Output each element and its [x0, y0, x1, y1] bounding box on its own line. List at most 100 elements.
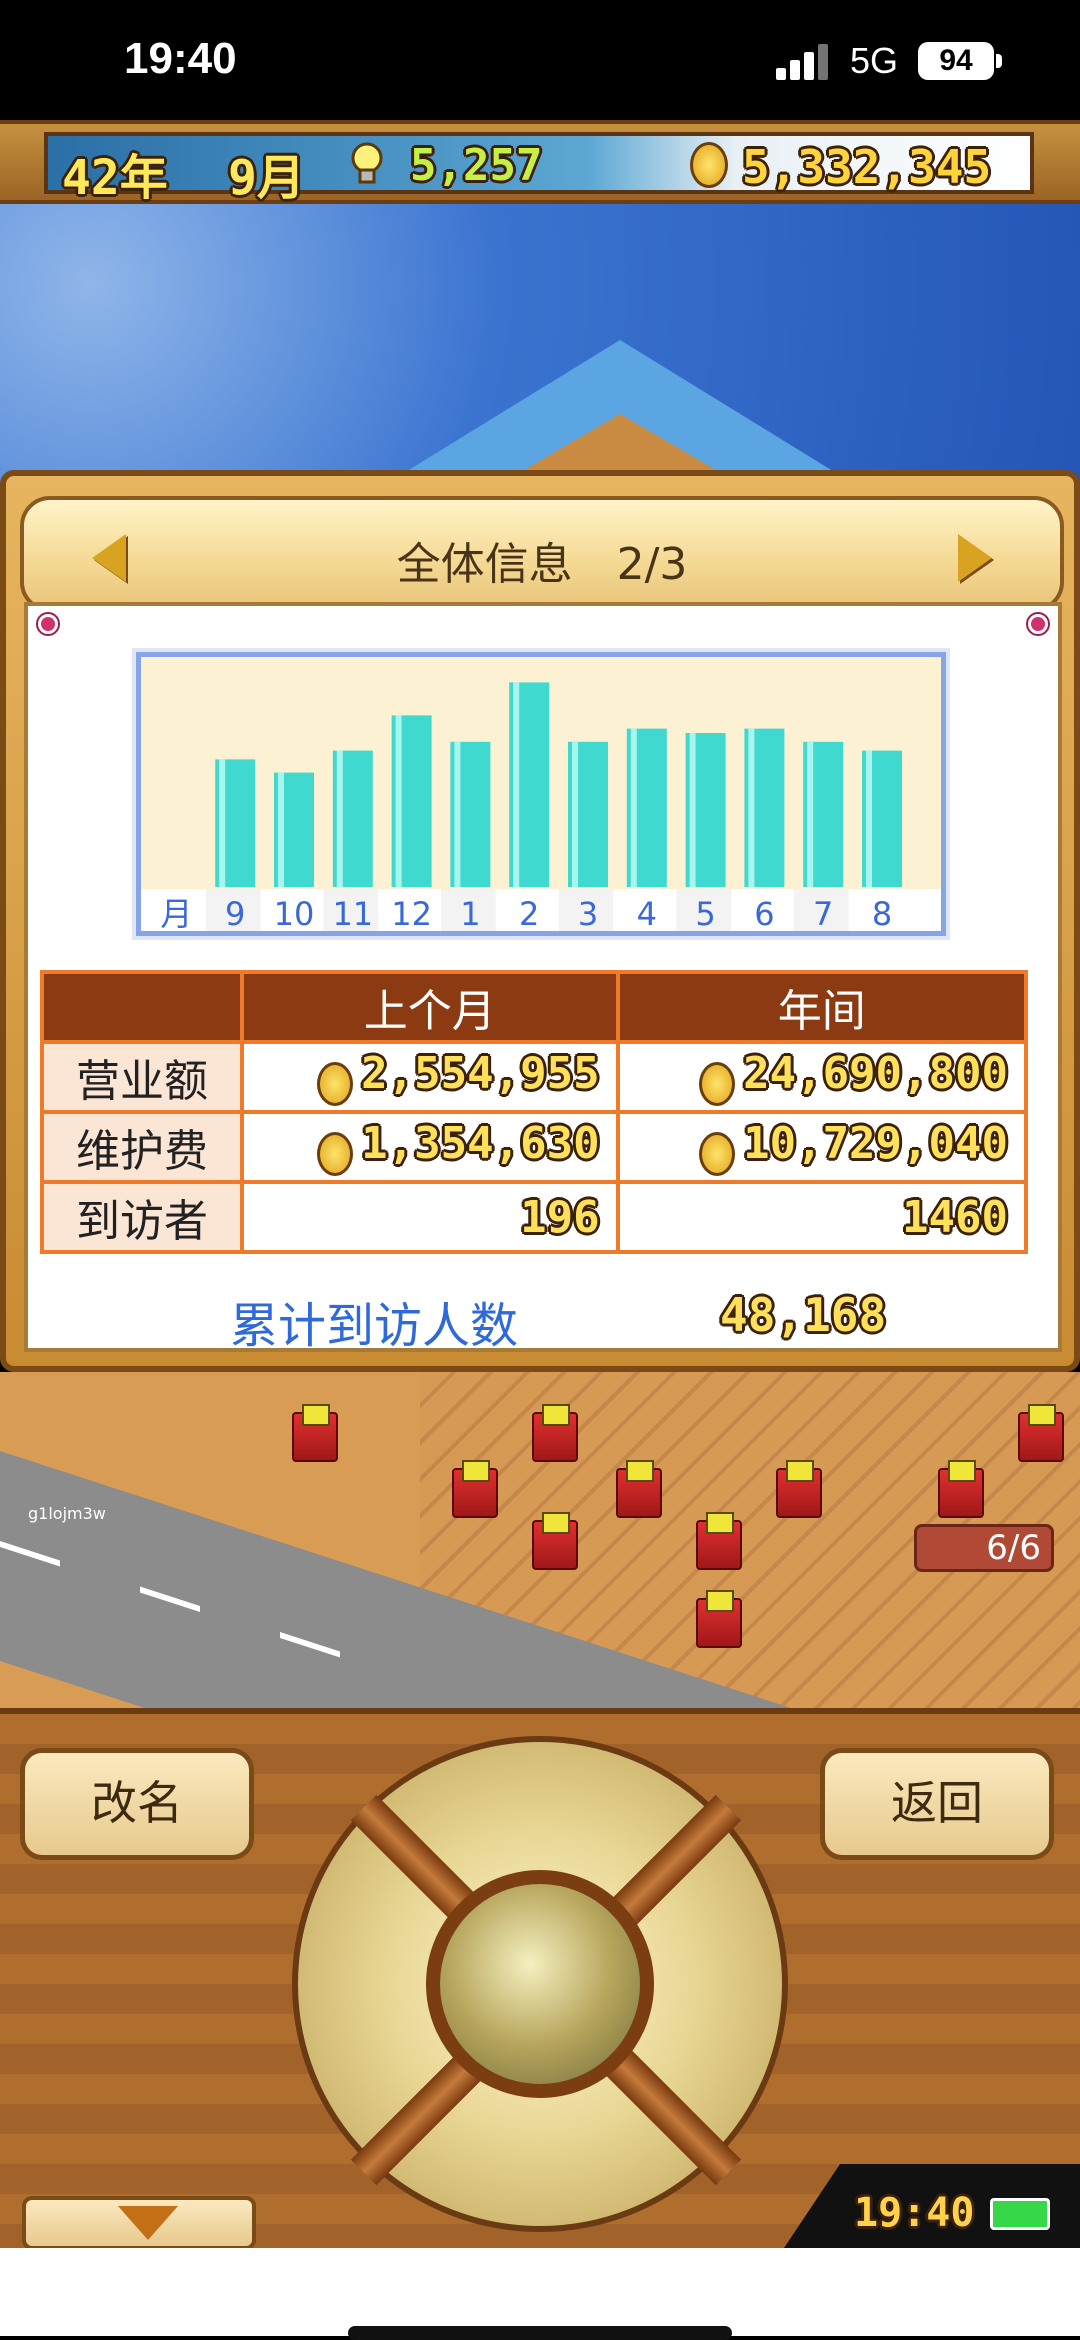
tick-label: 8	[872, 895, 892, 931]
tick-label: 3	[578, 895, 598, 931]
trash-bin	[696, 1590, 742, 1648]
chart-bar-highlight	[572, 741, 578, 887]
battery-tip	[996, 54, 1002, 68]
signal-icon	[776, 44, 832, 80]
axis-prefix-label: 月	[160, 895, 192, 931]
road-line	[280, 1631, 340, 1658]
road-line	[0, 1540, 60, 1567]
tick-label: 10	[274, 895, 315, 931]
hud-month: 9月	[228, 150, 305, 206]
coin-icon	[317, 1061, 354, 1106]
tick-label: 2	[519, 895, 539, 931]
trash-bin	[532, 1512, 578, 1570]
coin-icon	[699, 1061, 736, 1106]
tick-label: 9	[225, 895, 245, 931]
coin-icon	[317, 1131, 354, 1176]
game-clock: 19:40	[854, 2190, 975, 2236]
rename-button[interactable]: 改名	[20, 1748, 254, 1860]
chart-bar-highlight	[748, 728, 755, 887]
stats-table: 上个月 年间 营业额 2,554,955 24,690,800 维护费 1,35…	[40, 970, 1029, 1254]
chart-bar-highlight	[336, 750, 343, 887]
trash-bin	[1018, 1404, 1064, 1462]
dpad[interactable]	[292, 1736, 788, 2232]
player-tag: g1lojm3w	[28, 1504, 106, 1523]
trash-bin	[532, 1404, 578, 1462]
chart-bar-highlight	[807, 741, 814, 887]
value-text: 1,354,630	[361, 1118, 600, 1170]
chart-bar-highlight	[454, 741, 461, 887]
tick-label: 5	[695, 895, 715, 931]
tick-label: 1	[460, 895, 480, 931]
menu-toggle-button[interactable]	[22, 2196, 256, 2250]
hud-money: 5,332,345	[742, 140, 992, 194]
trash-bin	[776, 1460, 822, 1518]
background-scene	[0, 204, 1080, 500]
trash-bin	[616, 1460, 662, 1518]
value-text: 1460	[902, 1191, 1008, 1243]
home-area	[0, 2248, 1080, 2336]
control-area: 改名 返回 19:40	[0, 1708, 1080, 2254]
trash-bin	[938, 1460, 984, 1518]
trash-bin	[696, 1512, 742, 1570]
chart-bar-highlight	[866, 750, 872, 887]
header-last-month: 上个月	[240, 970, 620, 1044]
hud-bar: 42年 9月 5,257 5,332,345	[44, 132, 1034, 206]
table-row-revenue: 营业额 2,554,955 24,690,800	[40, 1040, 1029, 1114]
hud-ideas: 5,257	[410, 140, 543, 191]
chart-bar-highlight	[630, 728, 637, 887]
capacity-badge[interactable]: 6/6	[914, 1524, 1054, 1572]
back-button[interactable]: 返回	[820, 1748, 1054, 1860]
chart-bar-highlight	[278, 772, 284, 887]
game-world[interactable]: g1lojm3w 6/6	[0, 1372, 1080, 1708]
value-text: 196	[520, 1191, 600, 1243]
maintenance-last-month: 1,354,630	[240, 1110, 620, 1184]
monthly-chart: 月 9 10 11 12 1 2 3 4 5 6 7 8	[136, 652, 946, 936]
panel-title: 全体信息 2/3	[396, 539, 688, 590]
status-bar: 19:40 5G 94	[0, 0, 1080, 120]
visitors-last-month: 196	[240, 1180, 620, 1254]
tick-label: 12	[391, 895, 432, 931]
cumulative-label: 累计到访人数	[230, 1298, 519, 1354]
battery-level: 94	[939, 44, 973, 77]
chart-bar-highlight	[689, 733, 696, 887]
chart-svg: 月 9 10 11 12 1 2 3 4 5 6 7 8	[141, 682, 941, 931]
table-row-maintenance: 维护费 1,354,630 10,729,040	[40, 1110, 1029, 1184]
visitors-yearly: 1460	[615, 1180, 1029, 1254]
corner-dot-right	[1028, 614, 1048, 634]
panel-body: 月 9 10 11 12 1 2 3 4 5 6 7 8 上个月 年间 营业额 2,554,955 24…	[24, 602, 1062, 1354]
maintenance-yearly: 10,729,040	[615, 1110, 1029, 1184]
row-label: 维护费	[40, 1110, 244, 1184]
tick-label: 7	[813, 895, 833, 931]
revenue-yearly: 24,690,800	[615, 1040, 1029, 1114]
value-text: 2,554,955	[361, 1048, 600, 1100]
top-hud: 42年 9月 5,257 5,332,345	[0, 120, 1080, 206]
chart-bar-highlight	[513, 682, 520, 887]
row-label: 营业额	[40, 1040, 244, 1114]
chevron-down-icon	[118, 2206, 178, 2240]
lightbulb-icon	[351, 142, 383, 184]
revenue-last-month: 2,554,955	[240, 1040, 620, 1114]
next-page-arrow-icon[interactable]	[958, 534, 992, 582]
coin-icon	[699, 1131, 736, 1176]
cumulative-value: 48,168	[720, 1288, 887, 1342]
value-text: 24,690,800	[743, 1048, 1008, 1100]
panel-header: 全体信息 2/3	[20, 496, 1064, 612]
header-yearly: 年间	[615, 970, 1029, 1044]
hud-year: 42年	[62, 150, 168, 206]
status-time: 19:40	[124, 34, 237, 83]
table-header-row: 上个月 年间	[40, 970, 1029, 1044]
dpad-center-button[interactable]	[426, 1870, 654, 2098]
value-text: 10,729,040	[743, 1118, 1008, 1170]
battery-icon: 94	[918, 42, 994, 80]
info-panel: 全体信息 2/3 月 9 10 11 12 1 2 3 4 5 6 7 8 上个月 年间 营业额 2,5…	[0, 470, 1080, 1372]
road-line	[140, 1586, 200, 1612]
coin-icon	[690, 142, 728, 188]
chart-bar-highlight	[219, 759, 226, 887]
tick-label: 6	[754, 895, 774, 931]
home-indicator[interactable]	[348, 2326, 732, 2340]
row-label: 到访者	[40, 1180, 244, 1254]
trash-bin	[452, 1460, 498, 1518]
network-type: 5G	[850, 40, 899, 81]
battery-icon	[990, 2198, 1050, 2230]
cumulative-row: 累计到访人数 48,168	[40, 1286, 1028, 1354]
